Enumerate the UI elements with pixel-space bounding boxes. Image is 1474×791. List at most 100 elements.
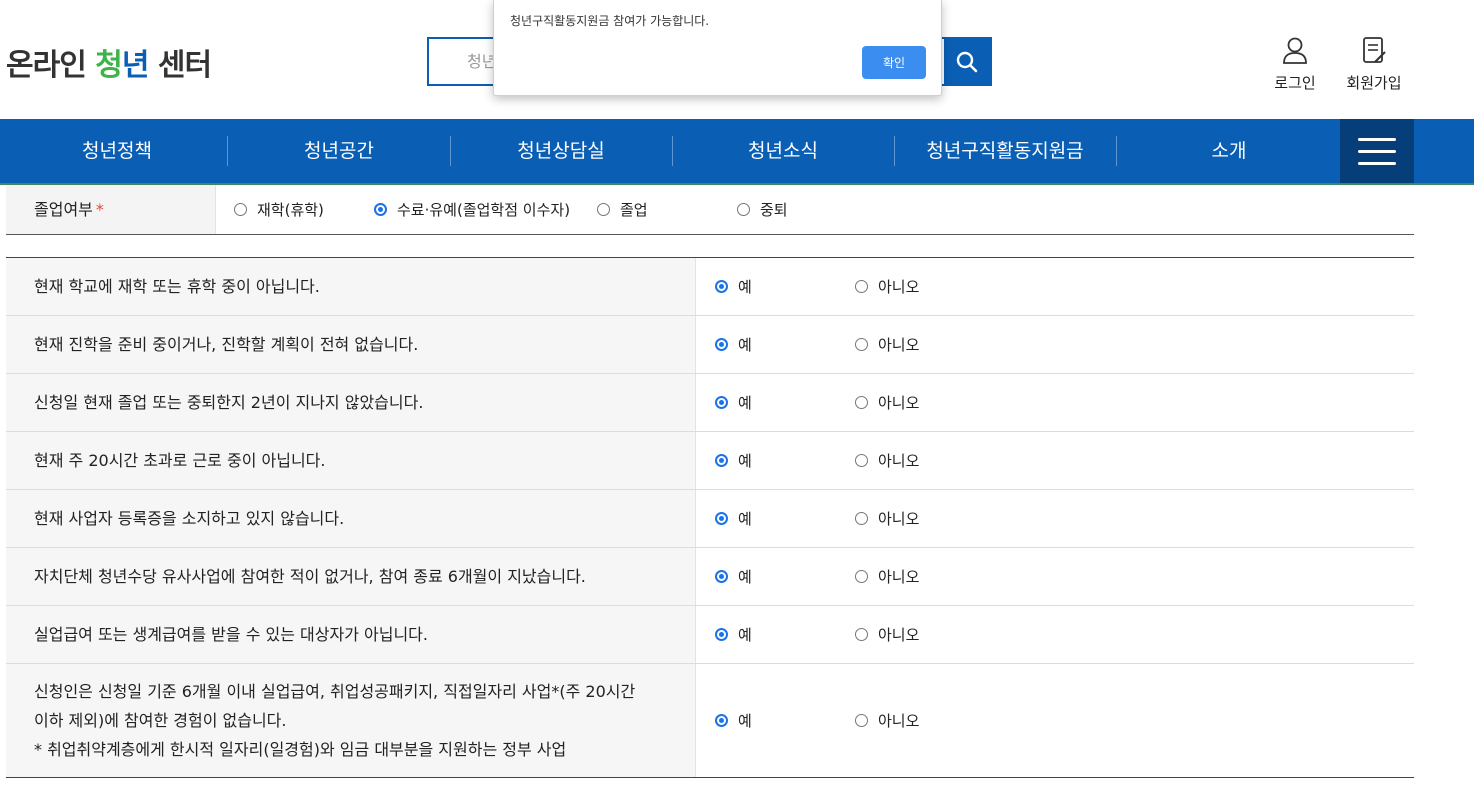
- user-icon: [1283, 37, 1307, 64]
- question-text-cell: 현재 진학을 준비 중이거나, 진학할 계획이 전혀 없습니다.: [6, 316, 696, 373]
- answer-cell: 예 아니오: [696, 606, 1414, 663]
- radio-yes[interactable]: [715, 338, 728, 351]
- answer-yes-option[interactable]: 예: [715, 548, 752, 605]
- radio-enrolled[interactable]: [234, 203, 247, 216]
- radio-yes[interactable]: [715, 396, 728, 409]
- radio-no[interactable]: [855, 338, 868, 351]
- answer-cell: 예 아니오: [696, 432, 1414, 489]
- radio-dropout[interactable]: [737, 203, 750, 216]
- graduation-option-enrolled[interactable]: 재학(휴학): [234, 185, 324, 234]
- answer-no-label: 아니오: [878, 394, 920, 412]
- nav-item-about[interactable]: 소개: [1116, 119, 1342, 183]
- answer-yes-option[interactable]: 예: [715, 664, 752, 777]
- answer-no-option[interactable]: 아니오: [855, 374, 919, 431]
- radio-no[interactable]: [855, 628, 868, 641]
- radio-yes[interactable]: [715, 628, 728, 641]
- question-row-1: 현재 학교에 재학 또는 휴학 중이 아닙니다. 예 아니오: [6, 258, 1414, 316]
- answer-yes-label: 예: [738, 568, 752, 586]
- question-row-2: 현재 진학을 준비 중이거나, 진학할 계획이 전혀 없습니다. 예 아니오: [6, 316, 1414, 374]
- question-row-7: 실업급여 또는 생계급여를 받을 수 있는 대상자가 아닙니다. 예 아니오: [6, 606, 1414, 664]
- alert-confirm-button[interactable]: 확인: [862, 46, 926, 79]
- main-nav: 청년정책 청년공간 청년상담실 청년소식 청년구직활동지원금 소개: [0, 119, 1474, 183]
- question-text-cell: 실업급여 또는 생계급여를 받을 수 있는 대상자가 아닙니다.: [6, 606, 696, 663]
- answer-no-option[interactable]: 아니오: [855, 548, 919, 605]
- search-button[interactable]: [944, 39, 990, 84]
- answer-no-label: 아니오: [878, 626, 920, 644]
- answer-yes-label: 예: [738, 394, 752, 412]
- radio-no[interactable]: [855, 714, 868, 727]
- hamburger-menu-icon[interactable]: [1340, 119, 1414, 183]
- alert-dialog: 청년구직활동지원금 참여가 가능합니다. 확인: [493, 0, 942, 96]
- answer-no-label: 아니오: [878, 568, 920, 586]
- answer-yes-label: 예: [738, 712, 752, 730]
- graduation-option-completed[interactable]: 수료·유예(졸업학점 이수자): [374, 185, 570, 234]
- question-text-cell: 자치단체 청년수당 유사사업에 참여한 적이 없거나, 참여 종료 6개월이 지…: [6, 548, 696, 605]
- site-logo[interactable]: 온라인 청년 센터: [6, 40, 212, 84]
- answer-no-option[interactable]: 아니오: [855, 664, 919, 777]
- graduation-label: 졸업여부 *: [6, 185, 216, 234]
- radio-no[interactable]: [855, 396, 868, 409]
- answer-cell: 예 아니오: [696, 374, 1414, 431]
- answer-yes-label: 예: [738, 278, 752, 296]
- question-text: 현재 주 20시간 초과로 근로 중이 아닙니다.: [34, 451, 326, 470]
- question-text-cell: 현재 주 20시간 초과로 근로 중이 아닙니다.: [6, 432, 696, 489]
- nav-item-news[interactable]: 청년소식: [672, 119, 894, 183]
- graduation-option-graduated[interactable]: 졸업: [597, 185, 648, 234]
- question-text: 현재 사업자 등록증을 소지하고 있지 않습니다.: [34, 509, 345, 528]
- question-row-8: 신청인은 신청일 기준 6개월 이내 실업급여, 취업성공패키지, 직접일자리 …: [6, 664, 1414, 778]
- nav-item-policy[interactable]: 청년정책: [6, 119, 228, 183]
- graduation-label-text: 졸업여부: [34, 200, 93, 219]
- question-row-4: 현재 주 20시간 초과로 근로 중이 아닙니다. 예 아니오: [6, 432, 1414, 490]
- login-label: 로그인: [1274, 74, 1316, 92]
- answer-yes-option[interactable]: 예: [715, 316, 752, 373]
- nav-item-job-support[interactable]: 청년구직활동지원금: [894, 119, 1116, 183]
- graduation-option-dropout[interactable]: 중퇴: [737, 185, 788, 234]
- nav-item-space[interactable]: 청년공간: [228, 119, 450, 183]
- radio-no[interactable]: [855, 454, 868, 467]
- radio-no[interactable]: [855, 512, 868, 525]
- radio-yes[interactable]: [715, 512, 728, 525]
- radio-no[interactable]: [855, 280, 868, 293]
- answer-no-option[interactable]: 아니오: [855, 432, 919, 489]
- answer-yes-option[interactable]: 예: [715, 606, 752, 663]
- signup-link[interactable]: 회원가입: [1339, 36, 1409, 93]
- graduation-option-label: 졸업: [620, 201, 648, 219]
- answer-cell: 예 아니오: [696, 316, 1414, 373]
- answer-yes-option[interactable]: 예: [715, 490, 752, 547]
- logo-text-3: 년: [121, 48, 150, 83]
- required-mark: *: [95, 200, 104, 219]
- nav-item-counsel[interactable]: 청년상담실: [450, 119, 672, 183]
- radio-graduated[interactable]: [597, 203, 610, 216]
- radio-yes[interactable]: [715, 280, 728, 293]
- logo-text-1: 온라인: [6, 48, 96, 83]
- radio-completed[interactable]: [374, 203, 387, 216]
- radio-no[interactable]: [855, 570, 868, 583]
- question-text: 현재 진학을 준비 중이거나, 진학할 계획이 전혀 없습니다.: [34, 335, 419, 354]
- answer-cell: 예 아니오: [696, 258, 1414, 315]
- answer-no-option[interactable]: 아니오: [855, 490, 919, 547]
- question-text: 현재 학교에 재학 또는 휴학 중이 아닙니다.: [34, 277, 320, 296]
- question-text: 신청일 현재 졸업 또는 중퇴한지 2년이 지나지 않았습니다.: [34, 393, 424, 412]
- login-link[interactable]: 로그인: [1260, 36, 1330, 93]
- logo-text-2: 청: [95, 48, 123, 83]
- answer-no-option[interactable]: 아니오: [855, 316, 919, 373]
- signup-label: 회원가입: [1346, 74, 1402, 92]
- answer-yes-label: 예: [738, 452, 752, 470]
- radio-yes[interactable]: [715, 714, 728, 727]
- question-row-6: 자치단체 청년수당 유사사업에 참여한 적이 없거나, 참여 종료 6개월이 지…: [6, 548, 1414, 606]
- radio-yes[interactable]: [715, 570, 728, 583]
- answer-yes-label: 예: [738, 510, 752, 528]
- answer-yes-option[interactable]: 예: [715, 374, 752, 431]
- radio-yes[interactable]: [715, 454, 728, 467]
- logo-text-4: 센터: [148, 48, 212, 83]
- answer-cell: 예 아니오: [696, 490, 1414, 547]
- answer-yes-option[interactable]: 예: [715, 258, 752, 315]
- answer-yes-label: 예: [738, 336, 752, 354]
- alert-message: 청년구직활동지원금 참여가 가능합니다.: [510, 14, 710, 28]
- answer-no-label: 아니오: [878, 278, 920, 296]
- form-edit-icon: [1363, 37, 1386, 63]
- eligibility-questions-table: 현재 학교에 재학 또는 휴학 중이 아닙니다. 예 아니오 현재 진학을 준비…: [6, 257, 1414, 778]
- answer-no-option[interactable]: 아니오: [855, 606, 919, 663]
- answer-no-option[interactable]: 아니오: [855, 258, 919, 315]
- answer-yes-option[interactable]: 예: [715, 432, 752, 489]
